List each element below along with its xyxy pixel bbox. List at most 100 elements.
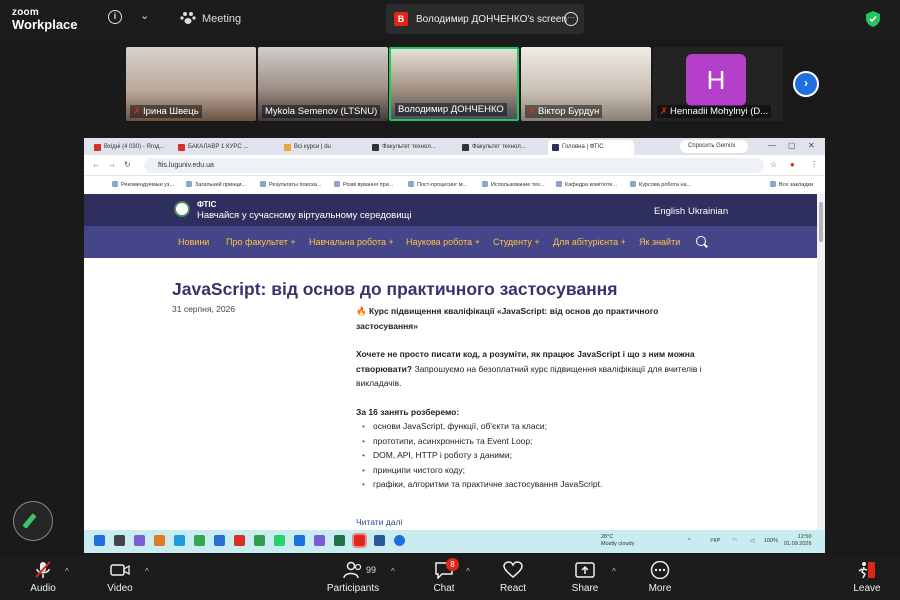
search-icon[interactable] [696, 236, 706, 246]
bookmark-item[interactable]: Рекомендуемые уз... [112, 181, 174, 188]
bookmark-item[interactable]: Использование тех... [482, 181, 545, 188]
task-view-icon[interactable] [114, 535, 125, 546]
bookmark-item[interactable]: Результаты поиска... [260, 181, 322, 188]
topic-list: основи JavaScript, функції, об'єкти та к… [362, 419, 716, 492]
battery-level[interactable]: 100% [764, 538, 778, 544]
taskbar-app-icon[interactable] [394, 535, 405, 546]
nav-applicants[interactable]: Для абітурієнта + [553, 237, 626, 247]
bookmark-item[interactable]: Загальний принци... [186, 181, 246, 188]
participant-name: Mykola Semenov (LTSNU) [262, 105, 381, 118]
read-more-link[interactable]: Читати далі [356, 517, 402, 527]
lang-english[interactable]: English [654, 206, 685, 217]
word-icon[interactable] [374, 535, 385, 546]
participant-tile[interactable]: ✗ Віктор Бурдун [521, 47, 651, 121]
taskbar-app-icon[interactable] [254, 535, 265, 546]
all-bookmarks[interactable]: Все закладки [770, 181, 813, 188]
react-button[interactable]: React [498, 561, 528, 594]
maximize-icon[interactable]: ▢ [788, 141, 796, 150]
store-icon[interactable] [194, 535, 205, 546]
article-intro: 🔥 Курс підвищення кваліфікації «JavaScri… [356, 306, 659, 331]
participant-tile[interactable]: Mykola Semenov (LTSNU) [258, 47, 388, 121]
whatsapp-icon[interactable] [274, 535, 285, 546]
wifi-icon[interactable]: ◠ [732, 538, 737, 544]
taskbar-app-icon[interactable] [352, 533, 367, 548]
participants-options-chevron[interactable]: ^ [391, 567, 395, 576]
input-language[interactable]: УКР [710, 538, 720, 544]
copilot-icon[interactable] [134, 535, 145, 546]
excel-icon[interactable] [334, 535, 345, 546]
screen-share-tab[interactable]: B Володимир ДОНЧЕНКО's screen ··· [386, 4, 584, 34]
audio-button[interactable]: Audio [27, 561, 59, 594]
zoom-icon[interactable] [214, 535, 225, 546]
bookmark-item[interactable]: Курсова робота на... [630, 181, 691, 188]
site-name[interactable]: ФТІС [197, 200, 216, 209]
bookmark-star-icon[interactable]: ☆ [770, 160, 777, 169]
browser-tab[interactable]: Вхідні (4 030) - Ягод... [90, 140, 172, 155]
bookmark-item[interactable]: Розві вування при... [334, 181, 393, 188]
browser-tab[interactable]: Всі курси | du [280, 140, 364, 155]
scrollbar-thumb[interactable] [819, 202, 823, 242]
tray-chevron-icon[interactable]: ^ [688, 538, 691, 544]
url-input[interactable]: ftis.luguniv.edu.ua [144, 158, 764, 173]
participant-tile-active-speaker[interactable]: Володимир ДОНЧЕНКО [389, 47, 519, 121]
volume-icon[interactable]: ◁ [750, 538, 754, 544]
browser-tab-active[interactable]: Головна | ФТІС [548, 140, 634, 155]
page-scrollbar[interactable] [817, 194, 825, 534]
lang-ukrainian[interactable]: Ukrainian [688, 206, 728, 217]
extension-icon[interactable]: ● [790, 160, 795, 169]
chat-options-chevron[interactable]: ^ [466, 567, 470, 576]
list-item: прототипи, асинхронність та Event Loop; [362, 434, 716, 449]
taskbar-app-icon[interactable] [314, 535, 325, 546]
nav-news[interactable]: Новини [178, 237, 209, 247]
nav-students[interactable]: Студенту + [493, 237, 540, 247]
more-button[interactable]: More [645, 561, 675, 594]
edge-icon[interactable] [174, 535, 185, 546]
meeting-label[interactable]: Meeting [202, 13, 241, 25]
taskbar-clock[interactable]: 12:50 01.09.2026 [784, 534, 812, 548]
gemini-button[interactable]: Спросить Gemini [680, 140, 748, 153]
taskbar-app-icon[interactable] [154, 535, 165, 546]
more-options-icon[interactable]: ··· [564, 12, 578, 26]
chevron-down-icon[interactable]: ⌄ [140, 9, 149, 22]
minimize-icon[interactable]: — [768, 141, 776, 150]
close-icon[interactable]: ✕ [808, 141, 815, 150]
reload-icon[interactable]: ↻ [124, 160, 131, 169]
next-page-button[interactable]: › [793, 71, 819, 97]
participant-name: ✗ Ірина Швець [130, 105, 202, 118]
share-button[interactable]: Share [570, 561, 600, 594]
mic-muted-icon: ✗ [660, 106, 668, 117]
browser-tab[interactable]: БАКАЛАВР 1 КУРС ... [174, 140, 260, 155]
leave-icon [858, 562, 875, 579]
bookmark-item[interactable]: Кафедра комп'юте... [556, 181, 617, 188]
weather-widget[interactable]: 28°C Mostly cloudy [601, 534, 634, 548]
bookmark-item[interactable]: Пост-процесинг м... [408, 181, 467, 188]
site-logo[interactable] [174, 201, 190, 217]
windows-start-icon[interactable] [94, 535, 105, 546]
browser-menu-icon[interactable]: ⋮ [810, 160, 818, 169]
back-icon[interactable]: ← [92, 160, 100, 169]
participants-icon [343, 561, 362, 579]
nav-find-us[interactable]: Як знайти [639, 237, 680, 247]
taskbar-app-icon[interactable] [294, 535, 305, 546]
participant-name: ✗ Hennadii Mohylnyi (D... [657, 105, 772, 118]
nav-about[interactable]: Про факультет + [226, 237, 296, 247]
leave-button[interactable]: Leave [851, 561, 883, 594]
site-tagline: Навчайся у сучасному віртуальному середо… [197, 210, 412, 221]
audio-options-chevron[interactable]: ^ [65, 567, 69, 576]
list-heading: За 16 занять розберемо: [356, 406, 460, 417]
nav-research[interactable]: Наукова робота + [406, 237, 480, 247]
info-icon[interactable]: i [108, 10, 122, 24]
participant-tile[interactable]: ✗ Ірина Швець [126, 47, 256, 121]
chrome-icon[interactable] [234, 535, 245, 546]
shield-icon[interactable] [866, 11, 880, 27]
browser-tab[interactable]: Факультет технол... [458, 140, 544, 155]
share-options-chevron[interactable]: ^ [612, 567, 616, 576]
forward-icon[interactable]: → [108, 160, 116, 169]
video-options-chevron[interactable]: ^ [145, 567, 149, 576]
annotate-button[interactable] [13, 501, 53, 541]
participant-tile[interactable]: H ✗ Hennadii Mohylnyi (D... [653, 47, 783, 121]
video-camera-icon [110, 564, 130, 576]
nav-education[interactable]: Навчальна робота + [309, 237, 394, 247]
browser-tab[interactable]: Факультет технол... [368, 140, 454, 155]
video-button[interactable]: Video [104, 561, 136, 594]
